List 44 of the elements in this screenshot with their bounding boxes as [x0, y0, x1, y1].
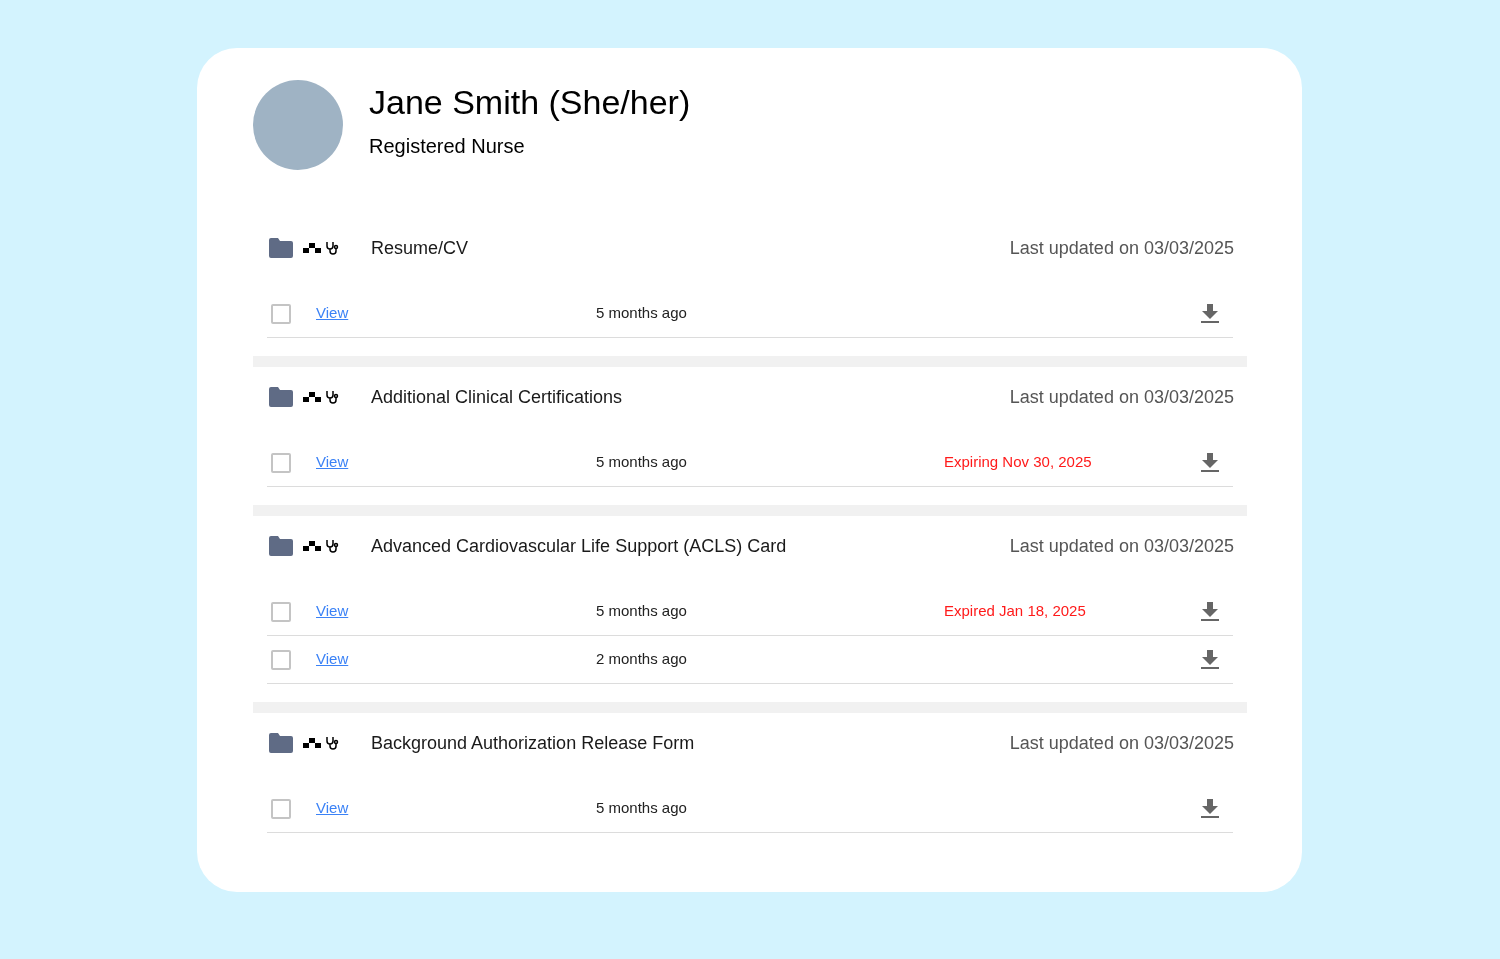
- download-icon[interactable]: [1201, 649, 1219, 670]
- section-title: Advanced Cardiovascular Life Support (ACLS) Card: [371, 534, 787, 558]
- expiry-status: Expiring Nov 30, 2025: [944, 452, 1093, 473]
- file-age: 5 months ago: [596, 452, 688, 473]
- last-updated: Last updated on 03/03/2025: [1009, 534, 1234, 558]
- download-icon[interactable]: [1201, 303, 1219, 324]
- folder-icon: [269, 536, 293, 556]
- blocks-icon: [303, 738, 321, 748]
- stethoscope-icon: [325, 390, 339, 404]
- view-link[interactable]: View: [316, 451, 596, 474]
- view-link[interactable]: View: [316, 648, 596, 671]
- stethoscope-icon: [325, 736, 339, 750]
- last-updated: Last updated on 03/03/2025: [1009, 236, 1234, 260]
- last-updated: Last updated on 03/03/2025: [1009, 731, 1234, 755]
- view-link[interactable]: View: [316, 797, 596, 820]
- section-title: Resume/CV: [371, 236, 469, 260]
- folder-icon: [269, 238, 293, 258]
- checkbox[interactable]: [271, 649, 291, 670]
- view-link[interactable]: View: [316, 600, 596, 623]
- folder-icon: [269, 387, 293, 407]
- expiry-status: Expired Jan 18, 2025: [944, 601, 1087, 622]
- stethoscope-icon: [325, 539, 339, 553]
- checkbox[interactable]: [271, 601, 291, 622]
- blocks-icon: [303, 541, 321, 551]
- blocks-icon: [303, 243, 321, 253]
- profile-name: Jane Smith (She/her): [369, 81, 691, 123]
- checkbox[interactable]: [271, 452, 291, 473]
- folder-icon: [269, 733, 293, 753]
- download-icon[interactable]: [1201, 601, 1219, 622]
- view-link[interactable]: View: [316, 302, 596, 325]
- checkbox[interactable]: [271, 303, 291, 324]
- section-title: Background Authorization Release Form: [371, 731, 695, 755]
- download-icon[interactable]: [1201, 452, 1219, 473]
- last-updated: Last updated on 03/03/2025: [1009, 385, 1234, 409]
- section-title: Additional Clinical Certifications: [371, 385, 623, 409]
- file-age: 5 months ago: [596, 303, 688, 324]
- stethoscope-icon: [325, 241, 339, 255]
- file-age: 2 months ago: [596, 649, 688, 670]
- file-age: 5 months ago: [596, 601, 688, 622]
- download-icon[interactable]: [1201, 798, 1219, 819]
- file-age: 5 months ago: [596, 798, 688, 819]
- profile-role: Registered Nurse: [369, 134, 526, 160]
- checkbox[interactable]: [271, 798, 291, 819]
- blocks-icon: [303, 392, 321, 402]
